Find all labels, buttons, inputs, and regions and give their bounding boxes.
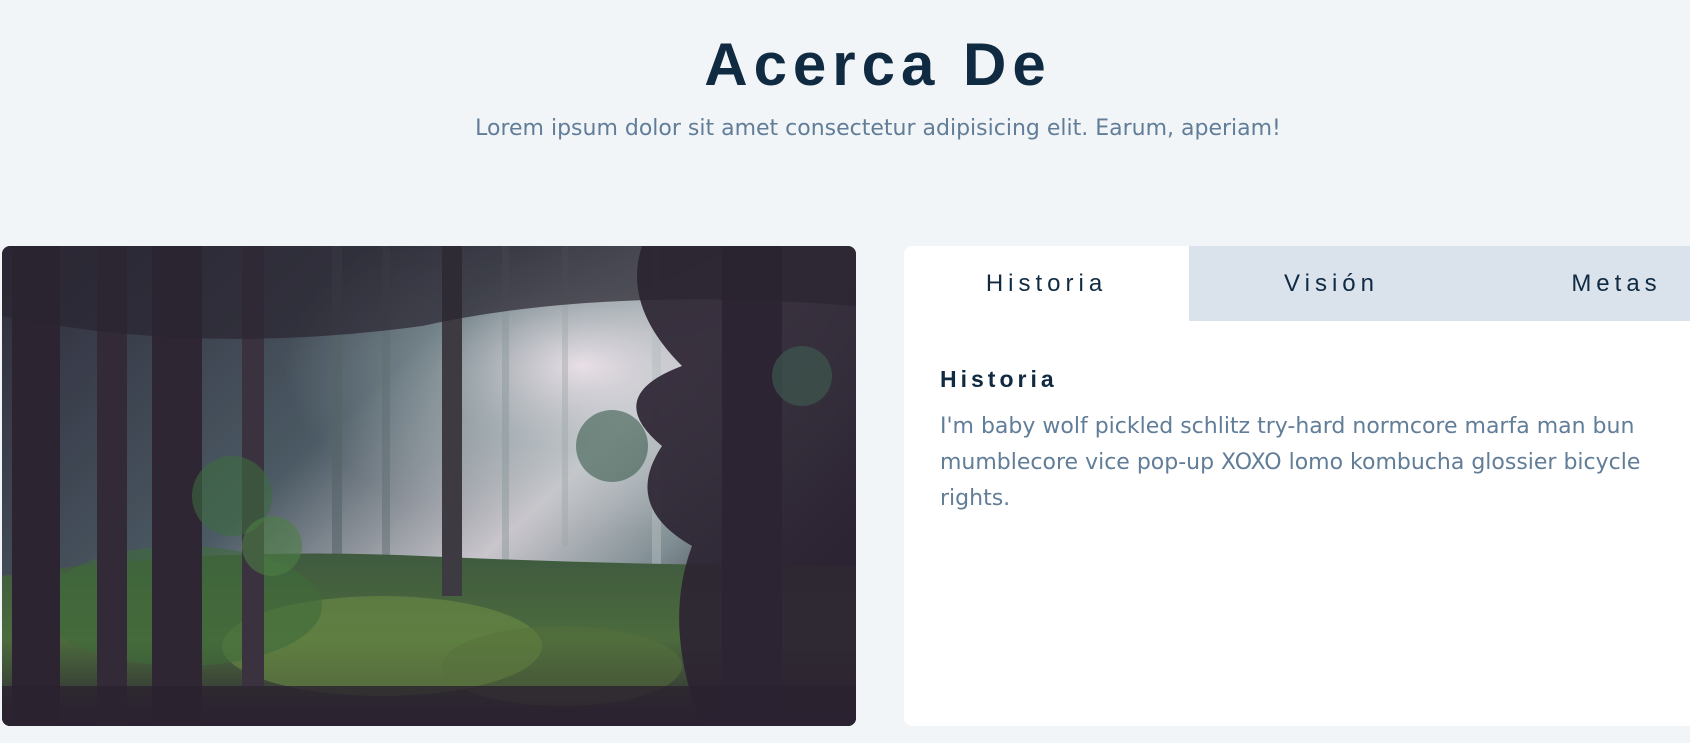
content-title: Historia (940, 366, 1058, 392)
tab-vision[interactable]: Visión (1189, 246, 1474, 321)
page-title: Acerca De (704, 31, 1052, 98)
tab-historia[interactable]: Historia (904, 246, 1189, 321)
about-page: Acerca De Lorem ipsum dolor sit amet con… (0, 0, 1690, 743)
forest-photo (2, 246, 856, 726)
page-subtitle: Lorem ipsum dolor sit amet consectetur a… (475, 116, 1281, 141)
tab-metas[interactable]: Metas (1474, 246, 1690, 321)
tab-content: Historia I'm baby wolf pickled schlitz t… (940, 366, 1660, 517)
tab-bar: Historia Visión Metas (904, 246, 1690, 321)
about-panel: Historia Visión Metas Historia I'm baby … (904, 246, 1690, 726)
content-text: I'm baby wolf pickled schlitz try-hard n… (940, 414, 1641, 511)
forest-photo-graphic (2, 246, 856, 726)
